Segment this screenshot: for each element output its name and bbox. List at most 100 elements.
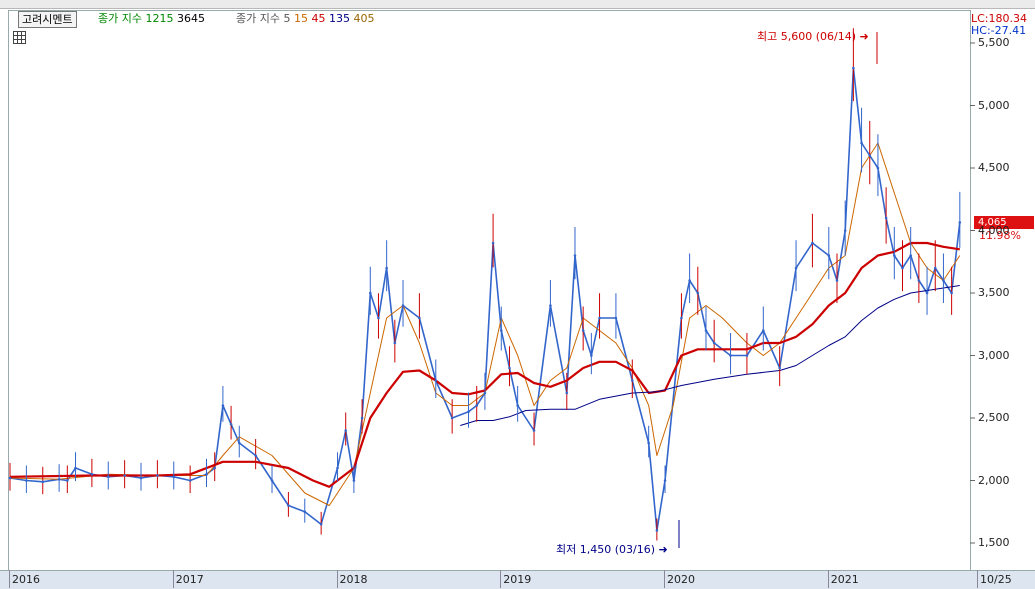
x-tick-mark bbox=[172, 570, 174, 588]
close-point bbox=[237, 441, 241, 445]
close-point bbox=[106, 475, 110, 479]
close-point bbox=[614, 316, 618, 320]
close-point bbox=[794, 266, 798, 270]
close-point bbox=[66, 479, 69, 482]
close-point bbox=[901, 266, 904, 270]
close-point bbox=[57, 477, 61, 481]
close-point bbox=[336, 466, 339, 470]
close-point bbox=[925, 291, 929, 295]
close-point bbox=[516, 404, 519, 407]
close-point bbox=[467, 410, 470, 414]
close-point bbox=[761, 329, 765, 332]
close-point bbox=[688, 279, 691, 282]
close-point bbox=[74, 466, 77, 470]
y-tick-label: 5,000 bbox=[978, 98, 1010, 112]
close-point bbox=[475, 404, 479, 407]
close-point bbox=[25, 479, 28, 482]
y-tick-label: 3,000 bbox=[978, 348, 1010, 362]
close-point bbox=[868, 154, 872, 157]
close-point bbox=[950, 291, 953, 295]
close-point bbox=[663, 479, 667, 482]
x-tick-label: 2019 bbox=[503, 573, 532, 586]
close-point bbox=[434, 379, 438, 382]
close-point bbox=[843, 229, 847, 232]
low-annotation: 최저 1,450 (03/16) ➜ bbox=[556, 543, 668, 556]
close-point bbox=[933, 266, 937, 270]
close-point bbox=[483, 391, 487, 395]
close-point bbox=[581, 329, 585, 332]
close-point bbox=[630, 379, 634, 382]
series-line-15 bbox=[9, 142, 961, 506]
y-tick-label: 4,500 bbox=[978, 161, 1010, 174]
close-point bbox=[549, 304, 552, 307]
x-tick-label: 2020 bbox=[667, 573, 696, 586]
close-point bbox=[401, 304, 405, 307]
close-point bbox=[303, 510, 307, 514]
close-point bbox=[590, 354, 593, 357]
series-line-45 bbox=[9, 241, 960, 488]
close-point bbox=[352, 479, 356, 482]
close-point bbox=[712, 341, 716, 345]
close-point bbox=[778, 366, 781, 370]
price-chart bbox=[8, 28, 975, 548]
close-point bbox=[41, 480, 45, 484]
y-tick-label: 3,500 bbox=[978, 286, 1010, 299]
x-tick-label: 2017 bbox=[175, 573, 204, 586]
x-tick-mark bbox=[336, 570, 338, 588]
x-tick-mark bbox=[664, 570, 666, 588]
close-point bbox=[876, 166, 880, 170]
close-point bbox=[229, 422, 233, 426]
close-point bbox=[221, 404, 225, 407]
close-point bbox=[729, 354, 732, 357]
close-point bbox=[156, 474, 159, 477]
close-point bbox=[319, 522, 323, 526]
x-tick-label: 10/25 bbox=[980, 573, 1012, 586]
close-point bbox=[385, 266, 388, 270]
close-point bbox=[499, 329, 503, 332]
close-point bbox=[8, 476, 12, 480]
close-point bbox=[532, 429, 536, 432]
close-point bbox=[942, 279, 945, 282]
close-point bbox=[565, 391, 569, 395]
close-point bbox=[123, 474, 126, 477]
close-point bbox=[287, 504, 290, 507]
close-point bbox=[573, 254, 577, 257]
close-point bbox=[704, 329, 708, 332]
close-point bbox=[344, 429, 348, 432]
close-point bbox=[188, 479, 192, 482]
close-point bbox=[491, 241, 495, 245]
x-tick-mark bbox=[827, 570, 829, 588]
close-point bbox=[139, 476, 143, 480]
y-tick-label: 5,500 bbox=[978, 36, 1010, 49]
x-tick-mark bbox=[500, 570, 502, 588]
low-annotation-text: 최저 1,450 (03/16) bbox=[556, 543, 656, 556]
y-tick-label: 2,000 bbox=[978, 473, 1010, 487]
y-tick-label: 4,000 bbox=[978, 223, 1010, 237]
close-point bbox=[647, 441, 650, 445]
high-annotation: 최고 5,600 (06/14) ➜ bbox=[757, 30, 869, 43]
close-point bbox=[909, 254, 912, 257]
close-point bbox=[393, 341, 397, 345]
close-point bbox=[958, 221, 962, 224]
x-tick-mark bbox=[977, 570, 978, 588]
y-tick-label: 1,500 bbox=[978, 536, 1010, 549]
close-point bbox=[418, 316, 421, 320]
close-point bbox=[172, 475, 176, 479]
close-point bbox=[745, 354, 749, 357]
close-point bbox=[508, 366, 511, 370]
series-line-종가 bbox=[9, 67, 961, 532]
close-point bbox=[205, 472, 208, 476]
close-point bbox=[377, 316, 380, 320]
close-point bbox=[680, 316, 683, 320]
close-point bbox=[368, 291, 372, 295]
close-point bbox=[450, 416, 454, 420]
x-tick-mark bbox=[9, 570, 10, 588]
close-point bbox=[884, 216, 888, 220]
close-point bbox=[655, 529, 659, 532]
close-point bbox=[860, 141, 863, 145]
close-point bbox=[917, 279, 921, 282]
y-tick-label: 2,500 bbox=[978, 411, 1010, 424]
close-point bbox=[893, 254, 896, 257]
close-point bbox=[852, 66, 855, 70]
close-point bbox=[213, 466, 217, 470]
